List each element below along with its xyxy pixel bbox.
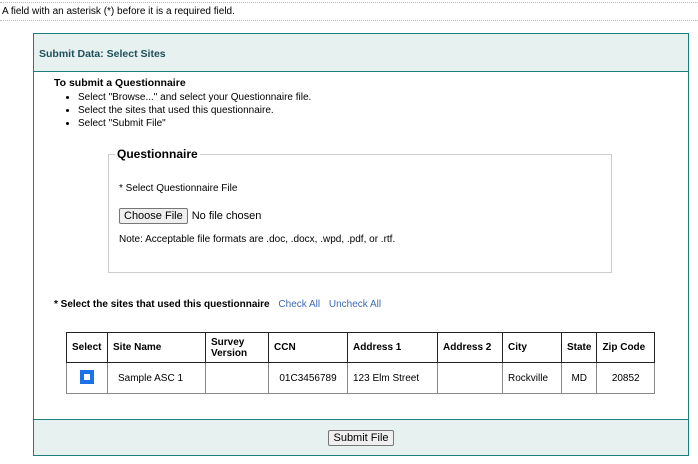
file-label: * Select Questionnaire File [119,183,238,194]
state: MD [560,362,598,394]
required-field-note: A field with an asterisk (*) before it i… [0,2,698,21]
ccn: 01C3456789 [268,362,348,394]
instruction-step: Select the sites that used this question… [78,104,311,117]
choose-file-button[interactable]: Choose File [119,208,188,224]
instructions-heading: To submit a Questionnaire [54,77,186,89]
site-name: Sample ASC 1 [107,362,206,394]
col-state: State [560,332,598,363]
col-select: Select [66,332,108,363]
sites-table: Select Site Name Survey Version CCN Addr… [66,332,655,394]
zip: 20852 [596,362,655,394]
instructions: To submit a Questionnaire Select "Browse… [54,77,311,130]
submit-file-button[interactable]: Submit File [328,429,394,446]
table-row: Sample ASC 1 01C3456789 123 Elm Street R… [66,362,655,394]
col-city: City [502,332,562,363]
col-survey-version: Survey Version [205,332,269,363]
questionnaire-fieldset: Questionnaire * Select Questionnaire Fil… [108,147,612,273]
check-all-link[interactable]: Check All [278,299,320,310]
survey-version [205,362,269,394]
instruction-step: Select "Browse..." and select your Quest… [78,91,311,104]
panel-footer: Submit File [34,419,688,455]
uncheck-all-link[interactable]: Uncheck All [329,299,381,310]
submit-data-panel: Submit Data: Select Sites To submit a Qu… [33,33,689,456]
instruction-step: Select "Submit File" [78,117,311,130]
panel-title: Submit Data: Select Sites [34,34,688,72]
col-ccn: CCN [268,332,348,363]
address1: 123 Elm Street [347,362,438,394]
site-checkbox[interactable] [80,369,94,384]
col-site-name: Site Name [107,332,206,363]
col-address1: Address 1 [347,332,438,363]
col-zip: Zip Code [596,332,655,363]
sites-label: * Select the sites that used this questi… [54,299,270,310]
questionnaire-legend: Questionnaire [117,147,198,161]
col-address2: Address 2 [437,332,503,363]
address2 [437,362,503,394]
file-status: No file chosen [191,210,262,222]
city: Rockville [502,362,562,394]
file-formats-note: Note: Acceptable file formats are .doc, … [119,234,396,245]
